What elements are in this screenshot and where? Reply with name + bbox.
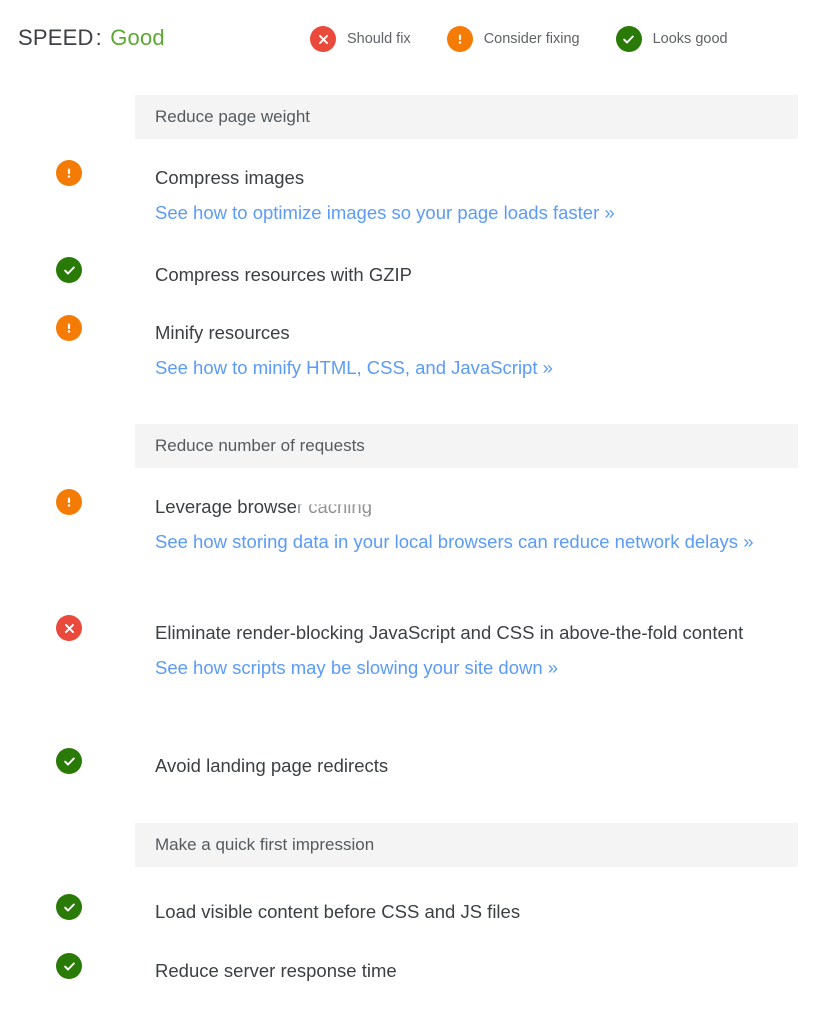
glitch-slice-upper: r caching <box>296 496 372 517</box>
section-title: Reduce number of requests <box>155 436 365 455</box>
audit-item-title-glitched-part: r cachingr cachingr caching <box>297 489 372 524</box>
section-header-banner: Reduce number of requests <box>135 424 798 468</box>
audit-item-title: Leverage browser cachingr cachingr cachi… <box>155 489 800 524</box>
status-legend: Should fix Consider fixing Looks good <box>310 26 728 52</box>
section-header-banner: Make a quick first impression <box>135 823 798 867</box>
check-circle-icon <box>56 894 82 920</box>
audit-item-link[interactable]: See how to minify HTML, CSS, and JavaScr… <box>155 350 800 385</box>
audit-item-body: Avoid landing page redirects <box>155 748 800 783</box>
speed-score-separator: : <box>95 25 102 50</box>
audit-item-body: Leverage browser cachingr cachingr cachi… <box>155 489 800 559</box>
audit-item-title: Avoid landing page redirects <box>155 755 389 776</box>
warning-circle-icon <box>56 315 82 341</box>
legend-item-should-fix: Should fix <box>310 26 411 52</box>
legend-label-consider-fixing: Consider fixing <box>483 31 580 47</box>
legend-item-consider-fixing: Consider fixing <box>446 26 580 52</box>
error-circle-icon <box>310 26 336 52</box>
speed-score-value: Good <box>110 25 165 50</box>
audit-item-title-visible-part: Leverage browse <box>155 496 297 517</box>
audit-item-title: Minify resources <box>155 322 290 343</box>
check-circle-icon <box>56 953 82 979</box>
audit-item-title: Compress images <box>155 167 305 188</box>
audit-item-title: Compress resources with GZIP <box>155 264 413 285</box>
section-header-banner: Reduce page weight <box>135 95 798 139</box>
check-circle-icon <box>56 748 82 774</box>
warning-circle-icon <box>56 489 82 515</box>
legend-item-looks-good: Looks good <box>615 26 728 52</box>
audit-item-body: Minify resources See how to minify HTML,… <box>155 315 800 385</box>
legend-label-looks-good: Looks good <box>652 31 728 47</box>
speed-score-heading: SPEED: Good <box>18 25 165 51</box>
speed-score-label: SPEED <box>18 25 94 50</box>
audit-item-title: Eliminate render-blocking JavaScript and… <box>155 622 744 643</box>
audit-item-body: Eliminate render-blocking JavaScript and… <box>155 615 800 685</box>
section-title: Reduce page weight <box>155 107 311 126</box>
page-header: SPEED: Good Should fix Consider fixing L… <box>0 0 840 80</box>
section-title: Make a quick first impression <box>155 835 375 854</box>
audit-item-link[interactable]: See how storing data in your local brows… <box>155 524 800 559</box>
audit-item-body: Reduce server response time <box>155 953 800 988</box>
warning-circle-icon <box>56 160 82 186</box>
warning-circle-icon <box>446 26 473 52</box>
error-circle-icon <box>56 615 82 641</box>
audit-item-body: Compress images See how to optimize imag… <box>155 160 800 230</box>
audit-item-title: Load visible content before CSS and JS f… <box>155 901 521 922</box>
audit-item-title: Reduce server response time <box>155 960 397 981</box>
check-circle-icon <box>615 26 642 52</box>
audit-item-link[interactable]: See how scripts may be slowing your site… <box>155 650 800 685</box>
audit-item-body: Load visible content before CSS and JS f… <box>155 894 800 929</box>
check-circle-icon <box>56 257 82 283</box>
audit-item-body: Compress resources with GZIP <box>155 257 800 292</box>
audit-item-link[interactable]: See how to optimize images so your page … <box>155 195 800 230</box>
legend-label-should-fix: Should fix <box>347 31 411 47</box>
